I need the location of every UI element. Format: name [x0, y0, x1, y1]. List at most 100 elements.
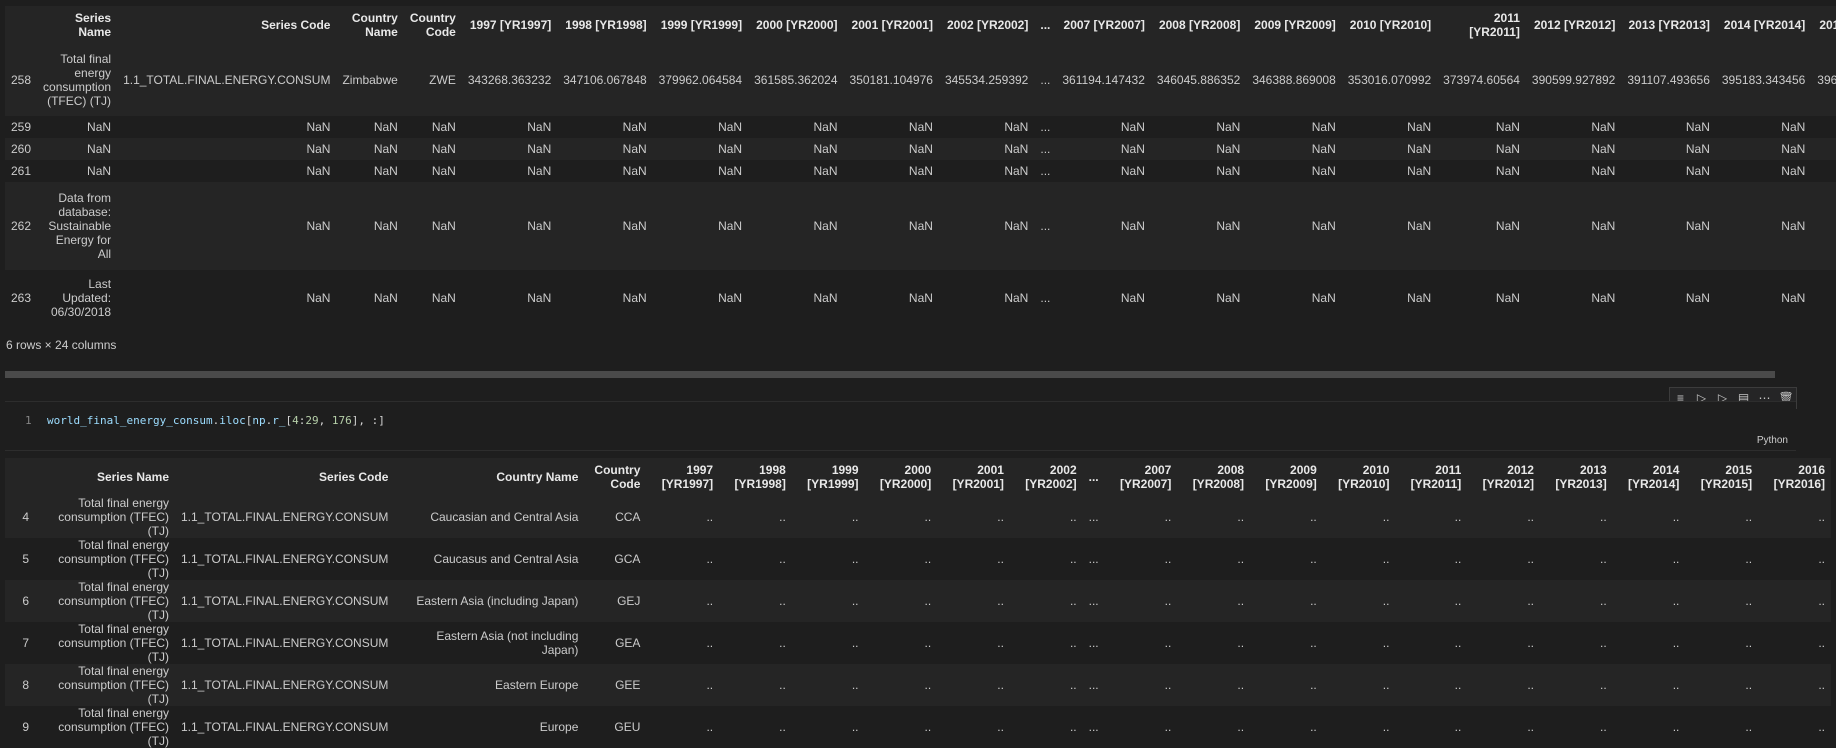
table-cell: NaN	[1811, 116, 1836, 138]
row-index: 263	[11, 291, 32, 305]
table-cell: NaN	[1685, 164, 1710, 178]
code-line[interactable]: world_final_energy_consum.iloc[np.r_[4:2…	[47, 414, 385, 427]
table-cell: Total final energy consumption (TFEC) (T…	[58, 580, 169, 622]
column-header: Country Name	[496, 470, 579, 484]
table-cell: ..	[1069, 552, 1077, 566]
table-cell: NaN	[1591, 291, 1616, 305]
table-cell: ..	[1310, 510, 1317, 524]
table-cell: NaN	[1685, 219, 1710, 233]
code-cell[interactable]: 1 world_final_energy_consum.iloc[np.r_[4…	[5, 401, 1796, 451]
table-cell: 361194.147432	[1062, 73, 1145, 87]
table-cell: NaN	[813, 142, 838, 156]
horizontal-scrollbar[interactable]	[5, 371, 1775, 378]
table-cell: ..	[997, 510, 1004, 524]
table-cell: ..	[1600, 594, 1607, 608]
table-cell: ..	[1818, 510, 1825, 524]
table-cell: 346388.869008	[1252, 73, 1336, 87]
table-cell: NaN	[718, 142, 743, 156]
language-label[interactable]: Python	[1757, 435, 1788, 446]
table-cell: ..	[1069, 678, 1077, 692]
table-cell: NaN	[1120, 142, 1145, 156]
table-cell: Last Updated: 06/30/2018	[51, 277, 112, 319]
column-header: 2013 [YR2013]	[1555, 463, 1607, 491]
table-cell: NaN	[1407, 291, 1432, 305]
table-cell: ..	[1672, 510, 1680, 524]
table-cell: NaN	[431, 164, 456, 178]
table-cell: ..	[924, 552, 932, 566]
table-cell: ...	[1088, 552, 1099, 566]
table-cell: ..	[779, 720, 786, 734]
table-cell: NaN	[1407, 120, 1432, 134]
table-cell: NaN	[908, 142, 933, 156]
table-cell: ..	[1237, 720, 1245, 734]
column-header: 1997 [YR1997]	[661, 463, 714, 491]
table-cell: NaN	[431, 142, 456, 156]
table-cell: NaN	[1120, 219, 1145, 233]
table-cell: ..	[1382, 678, 1390, 692]
index-header	[5, 6, 37, 44]
table-cell: NaN	[718, 219, 743, 233]
table-cell: Zimbabwe	[342, 73, 398, 87]
table-cell: ...	[1040, 73, 1051, 87]
table-cell: Eastern Europe	[495, 678, 579, 692]
table-cell: NaN	[1216, 291, 1241, 305]
column-header: 2008 [YR2008]	[1192, 463, 1245, 491]
table-cell: ..	[1237, 678, 1245, 692]
table-cell: ..	[1745, 720, 1753, 734]
table-cell: Total final energy consumption (TFEC) (T…	[58, 706, 169, 748]
table-cell: ..	[997, 552, 1004, 566]
table-cell: NaN	[527, 164, 552, 178]
table-cell: NaN	[87, 164, 112, 178]
table-cell: ..	[1672, 636, 1680, 650]
table-cell: NaN	[306, 219, 331, 233]
table-cell: ..	[997, 636, 1004, 650]
table-cell: Total final energy consumption (TFEC) (T…	[58, 664, 169, 706]
table-cell: ..	[1164, 636, 1172, 650]
table-cell: 350181.104976	[849, 73, 933, 87]
table-cell: ...	[1040, 164, 1051, 178]
code-attr: iloc	[219, 414, 246, 427]
table-cell: NaN	[373, 291, 398, 305]
table-cell: ..	[1237, 510, 1245, 524]
table-cell: ..	[1600, 720, 1607, 734]
table-cell: ..	[1382, 510, 1390, 524]
table-cell: ..	[1818, 678, 1825, 692]
table-cell: NaN	[1407, 164, 1432, 178]
table-cell: NaN	[908, 219, 933, 233]
row-index: 262	[11, 219, 32, 233]
table-cell: ...	[1088, 720, 1099, 734]
row-index: 259	[11, 120, 32, 134]
table-cell: ..	[1527, 510, 1534, 524]
column-header: 1999 [YR1999]	[660, 18, 743, 32]
table-cell: NaN	[813, 291, 838, 305]
row-index: 260	[11, 142, 32, 156]
table-cell: ..	[1237, 636, 1245, 650]
table-cell: NaN	[1591, 164, 1616, 178]
table-cell: NaN	[527, 291, 552, 305]
table-cell: ..	[1382, 720, 1390, 734]
code-num-3: 176	[331, 414, 352, 427]
column-header: 2008 [YR2008]	[1158, 18, 1241, 32]
table-cell: ..	[997, 720, 1004, 734]
table-cell: NaN	[373, 142, 398, 156]
table-row: 9 Total final energy consumption (TFEC) (…	[5, 706, 1831, 748]
table-cell: ..	[1672, 552, 1680, 566]
table-row: 5 Total final energy consumption (TFEC) (…	[5, 538, 1831, 580]
table-cell: NaN	[813, 164, 838, 178]
table-row: 260 NaN NaN NaN NaN NaN NaN NaN NaN NaN NaN... NaN N…	[5, 138, 1836, 160]
table-cell: ..	[1382, 552, 1390, 566]
table-cell: ..	[1527, 678, 1534, 692]
table-cell: 1.1_TOTAL.FINAL.ENERGY.CONSUM	[123, 73, 331, 87]
table-cell: ..	[1527, 720, 1534, 734]
row-index: 5	[22, 552, 29, 566]
table-cell: NaN	[1591, 219, 1616, 233]
table-cell: NaN	[1781, 219, 1806, 233]
table-cell: ..	[779, 678, 786, 692]
table-cell: ..	[1600, 510, 1607, 524]
table-cell: NaN	[431, 120, 456, 134]
table-cell: Total final energy consumption (TFEC) (T…	[58, 496, 169, 538]
table-cell: 395183.343456	[1721, 73, 1806, 87]
table-cell: NaN	[1004, 120, 1029, 134]
column-header: 2009 [YR2009]	[1265, 463, 1317, 491]
table-cell: GEU	[614, 720, 641, 734]
